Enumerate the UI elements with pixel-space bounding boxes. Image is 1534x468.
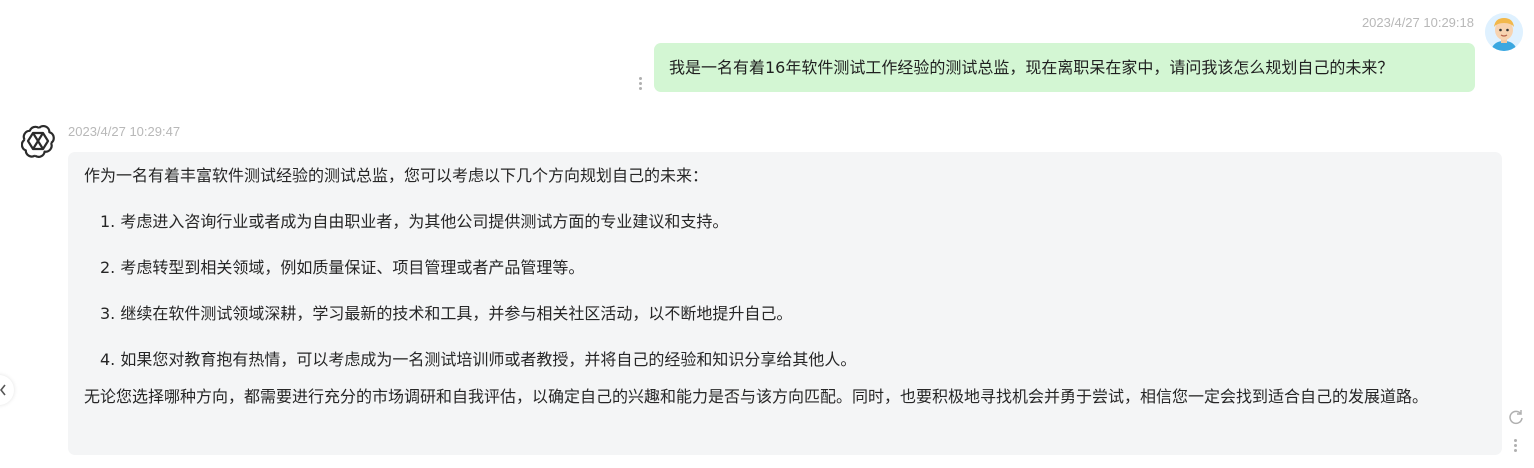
bot-suggestion-list: 1. 考虑进入咨询行业或者成为自由职业者，为其他公司提供测试方面的专业建议和支持… <box>84 210 1486 371</box>
list-item: 4. 如果您对教育抱有热情，可以考虑成为一名测试培训师或者教授，并将自己的经验和… <box>100 350 857 369</box>
collapse-sidebar-button[interactable] <box>0 375 14 405</box>
bot-message-bubble: 作为一名有着丰富软件测试经验的测试总监，您可以考虑以下几个方向规划自己的未来： … <box>68 152 1502 455</box>
list-item: 3. 继续在软件测试领域深耕，学习最新的技术和工具，并参与相关社区活动，以不断地… <box>100 304 793 323</box>
bot-intro-text: 作为一名有着丰富软件测试经验的测试总监，您可以考虑以下几个方向规划自己的未来： <box>84 166 709 185</box>
user-message-more-icon[interactable] <box>639 76 642 91</box>
list-item: 1. 考虑进入咨询行业或者成为自由职业者，为其他公司提供测试方面的专业建议和支持… <box>100 212 729 231</box>
list-item: 2. 考虑转型到相关领域，例如质量保证、项目管理或者产品管理等。 <box>100 258 585 277</box>
bot-avatar <box>20 121 58 159</box>
regenerate-button[interactable] <box>1507 408 1525 426</box>
bot-outro-text: 无论您选择哪种方向，都需要进行充分的市场调研和自我评估，以确定自己的兴趣和能力是… <box>84 387 1429 406</box>
refresh-icon <box>1509 410 1523 425</box>
chevron-left-icon <box>0 384 6 396</box>
cartoon-user-avatar-icon <box>1485 13 1523 51</box>
user-message-bubble: 我是一名有着16年软件测试工作经验的测试总监，现在离职呆在家中，请问我该怎么规划… <box>654 43 1475 92</box>
bot-message-timestamp: 2023/4/27 10:29:47 <box>68 124 181 139</box>
openai-logo-icon <box>21 125 55 158</box>
bot-message-more-icon[interactable] <box>1514 438 1517 453</box>
user-message-timestamp: 2023/4/27 10:29:18 <box>1361 15 1474 30</box>
user-avatar <box>1485 13 1523 51</box>
